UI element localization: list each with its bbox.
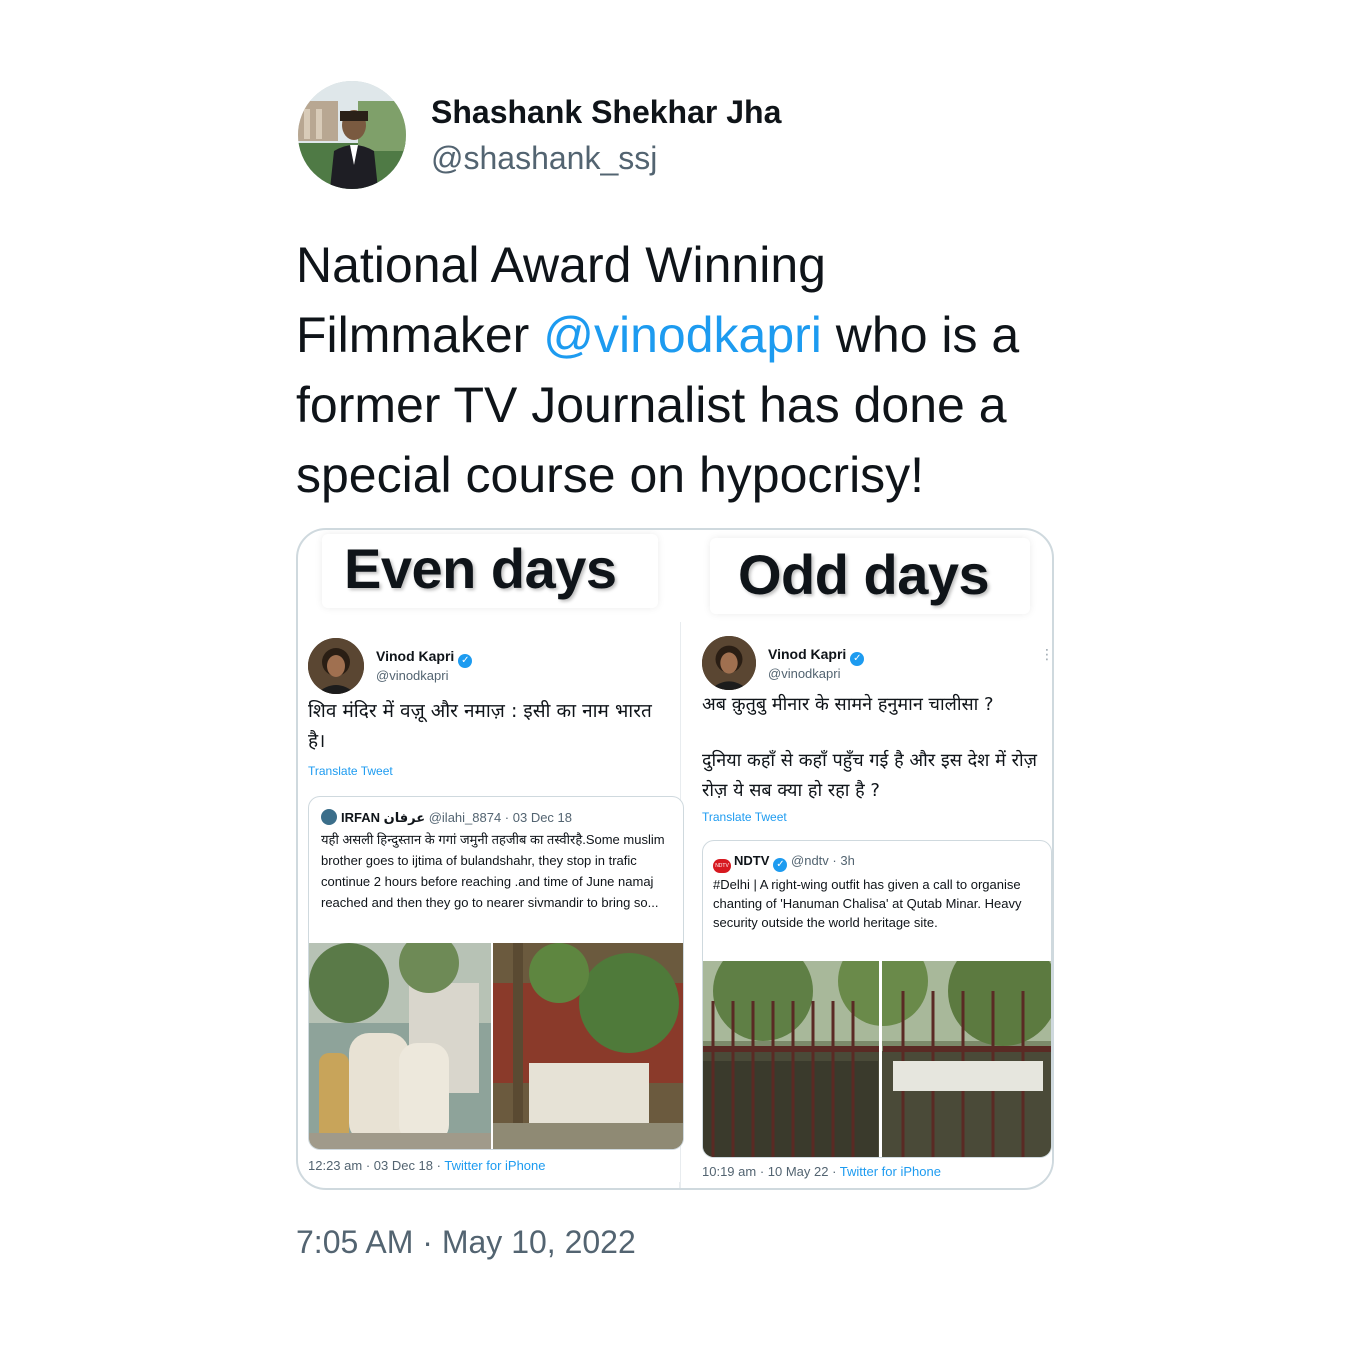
right-panel-text-line2: दुनिया कहाँ से कहाँ पहुँच गई है और इस दे… [702, 750, 1037, 801]
left-panel-name[interactable]: Vinod Kapri ✓ [376, 648, 473, 668]
left-quote-photo [309, 943, 683, 1149]
left-panel-handle[interactable]: @vinodkapri [376, 668, 448, 683]
right-panel-avatar [702, 636, 756, 690]
right-quote-body: #Delhi | A right-wing outfit has given a… [713, 877, 1022, 930]
right-translate-link[interactable]: Translate Tweet [702, 810, 787, 824]
right-quote-meta: @ndtv · 3h [791, 853, 855, 868]
left-panel-avatar [308, 638, 364, 694]
left-panel-name-text: Vinod Kapri [376, 648, 455, 664]
left-quoted-tweet[interactable]: IRFAN عرفان @ilahi_8874 · 03 Dec 18 यही … [308, 796, 684, 1150]
left-quote-meta: @ilahi_8874 · 03 Dec 18 [428, 810, 573, 825]
odd-days-label: Odd days [738, 543, 990, 606]
left-panel-text: शिव मंदिर में वज़ू और नमाज़ : इसी का नाम… [308, 700, 652, 752]
right-panel-name-text: Vinod Kapri [768, 646, 847, 662]
author-avatar-image [298, 81, 406, 189]
right-quote-name: NDTV [734, 853, 770, 868]
author-handle[interactable]: @shashank_ssj [431, 140, 657, 177]
quote-avatar-icon [321, 809, 337, 825]
more-options-icon[interactable]: ⋮ [1040, 646, 1052, 663]
tweet-media-image[interactable]: Even days Odd days Vinod Kapri ✓ @vinodka… [296, 528, 1054, 1190]
right-quoted-tweet[interactable]: NDTV NDTV ✓ @ndtv · 3h #Delhi | A right-wi… [702, 840, 1052, 1158]
right-tweet-meta: 10:19 am · 10 May 22 · Twitter for iPhon… [702, 1164, 941, 1179]
left-quote-header: IRFAN عرفان @ilahi_8874 · 03 Dec 18 [321, 809, 572, 826]
verified-badge-icon: ✓ [458, 654, 473, 668]
left-tweet-time: 12:23 am · 03 Dec 18 · [308, 1158, 445, 1173]
right-tweet-time: 10:19 am · 10 May 22 · [702, 1164, 840, 1179]
verified-badge-icon: ✓ [773, 858, 788, 872]
left-tweet-panel: Vinod Kapri ✓ @vinodkapri शिव मंदिर में व… [304, 622, 684, 1182]
tweet-text: National Award Winning Filmmaker @vinodk… [296, 230, 1066, 510]
even-days-label: Even days [344, 537, 617, 600]
right-panel-handle[interactable]: @vinodkapri [768, 666, 840, 681]
left-quote-photo-image [309, 943, 683, 1149]
left-quote-body: यही असली हिन्दुस्तान के गगां जमुनी तहजीब… [321, 832, 665, 910]
left-tweet-meta: 12:23 am · 03 Dec 18 · Twitter for iPhon… [308, 1158, 546, 1173]
tweet-timestamp[interactable]: 7:05 AM · May 10, 2022 [296, 1224, 636, 1261]
left-translate-link[interactable]: Translate Tweet [308, 764, 393, 778]
left-quote-name: IRFAN عرفان [341, 810, 426, 825]
author-avatar[interactable] [298, 81, 406, 189]
verified-badge-icon: ✓ [850, 652, 865, 666]
right-tweet-panel: Vinod Kapri ✓ @vinodkapri ⋮ अब क़ुतुबु मी… [702, 622, 1052, 1182]
right-quote-photo-image [703, 961, 1051, 1157]
left-panel-avatar-image [308, 638, 364, 694]
right-quote-header: NDTV NDTV ✓ @ndtv · 3h [713, 853, 855, 873]
right-panel-name[interactable]: Vinod Kapri ✓ [768, 646, 865, 666]
right-tweet-source[interactable]: Twitter for iPhone [840, 1164, 941, 1179]
right-panel-avatar-image [702, 636, 756, 690]
ndtv-logo-icon: NDTV [713, 859, 731, 873]
right-panel-text-line1: अब क़ुतुबु मीनार के सामने हनुमान चालीसा … [702, 694, 994, 715]
mention-link[interactable]: @vinodkapri [543, 307, 822, 363]
left-tweet-source[interactable]: Twitter for iPhone [444, 1158, 545, 1173]
right-quote-photo [703, 961, 1051, 1157]
author-name[interactable]: Shashank Shekhar Jha [431, 94, 781, 131]
